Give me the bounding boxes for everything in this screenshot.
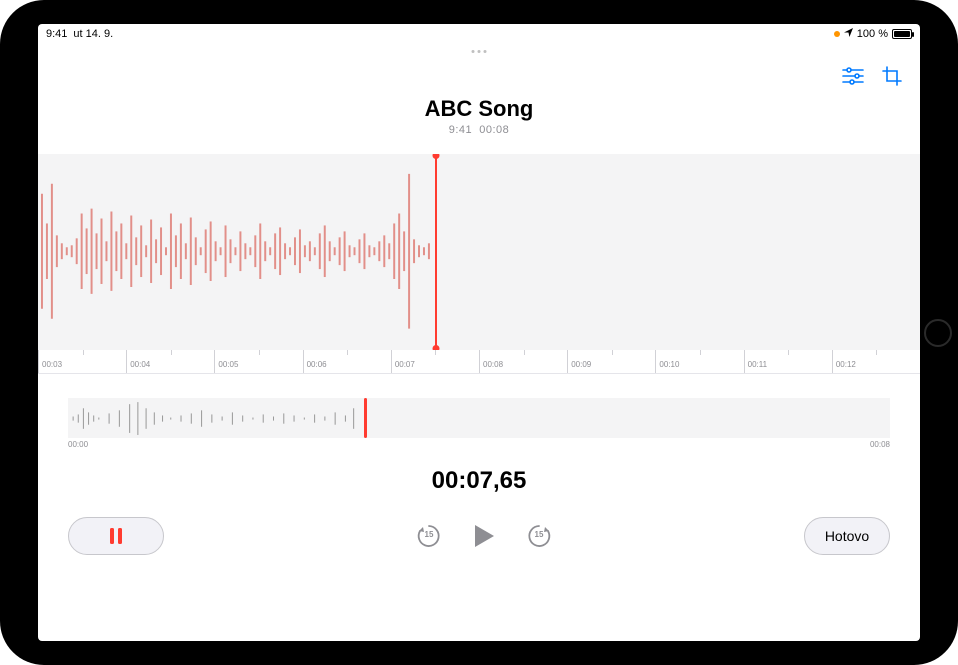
recording-title[interactable]: ABC Song [38,96,920,122]
recording-subtitle: 9:41 00:08 [38,124,920,136]
overview-graphic [68,398,890,439]
skip-forward-button[interactable]: 15 [526,523,552,549]
sliders-icon[interactable] [842,67,864,90]
recording-header: ABC Song 9:41 00:08 [38,96,920,136]
time-ruler[interactable]: 00:03 00:04 00:05 00:06 00:07 00:08 00:0… [38,350,920,374]
skip-back-button[interactable]: 15 [416,523,442,549]
overview-start-label: 00:00 [68,440,88,449]
timecode: 00:07,65 [38,467,920,495]
screen: 9:41 ut 14. 9. 100 % [38,24,920,641]
ruler-tick: 00:03 [38,350,126,373]
ipad-frame: 9:41 ut 14. 9. 100 % [0,0,958,665]
multitask-handle-icon[interactable] [472,50,487,53]
ruler-tick: 00:06 [303,350,391,373]
waveform-graphic [38,154,435,348]
ruler-tick: 00:07 [391,350,479,373]
status-time: 9:41 [46,28,67,40]
done-button[interactable]: Hotovo [804,517,890,555]
overview-playhead[interactable] [364,398,367,438]
ruler-tick: 00:05 [214,350,302,373]
ruler-tick: 00:11 [744,350,832,373]
waveform-detail[interactable] [38,154,920,350]
overview-end-label: 00:08 [870,440,890,449]
location-icon [844,28,853,40]
ruler-tick: 00:10 [655,350,743,373]
battery-percent: 100 % [857,28,888,40]
pause-icon [108,527,124,545]
ruler-tick: 00:04 [126,350,214,373]
recording-duration: 00:08 [479,124,509,136]
status-date: ut 14. 9. [73,28,113,40]
ruler-tick: 00:08 [479,350,567,373]
ruler-tick: 00:12 [832,350,920,373]
skip-back-label: 15 [416,530,442,539]
pause-button[interactable] [68,517,164,555]
done-label: Hotovo [825,528,869,544]
waveform-overview[interactable] [68,398,890,438]
crop-icon[interactable] [882,66,902,91]
edit-toolbar [842,66,902,91]
play-icon [472,523,496,549]
skip-forward-label: 15 [526,530,552,539]
overview-labels: 00:00 00:08 [68,440,890,449]
ruler-tick: 00:09 [567,350,655,373]
battery-icon [892,29,912,39]
play-button[interactable] [472,523,496,549]
recording-indicator-icon [834,31,840,37]
playhead[interactable] [435,154,437,350]
transport-controls: 15 15 Hotovo [68,517,890,555]
status-bar: 9:41 ut 14. 9. 100 % [38,24,920,42]
home-button[interactable] [924,319,952,347]
recording-meta-time: 9:41 [449,124,472,136]
